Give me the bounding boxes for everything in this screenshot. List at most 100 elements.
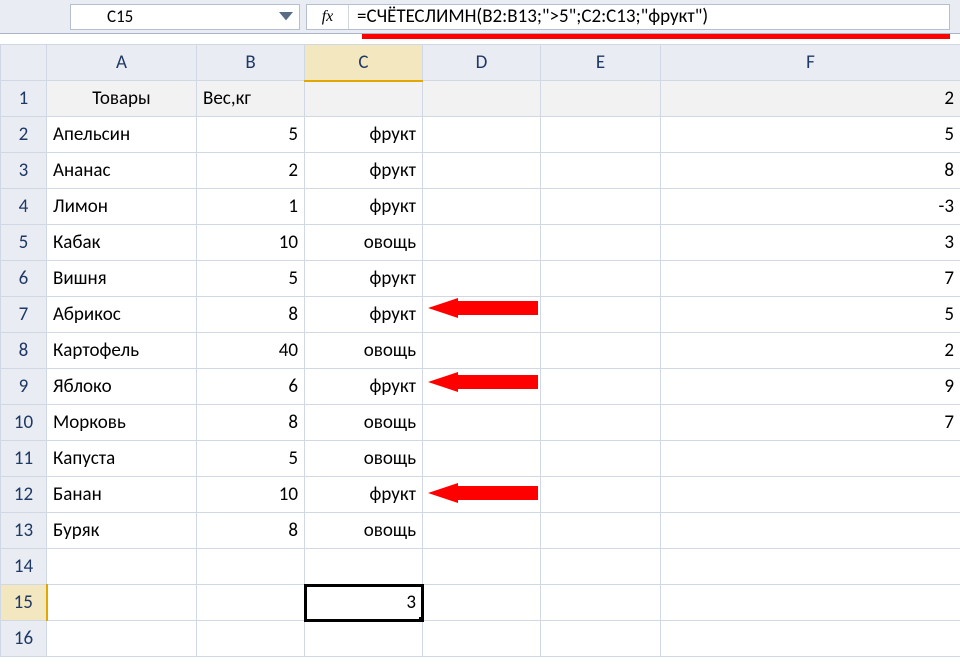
cell-B5[interactable]: 10	[197, 225, 305, 261]
cell-B8[interactable]: 40	[197, 333, 305, 369]
col-header-C[interactable]: C	[305, 45, 423, 81]
cell-F2[interactable]: 5	[661, 117, 960, 153]
cell-E5[interactable]	[541, 225, 661, 261]
cell-C16[interactable]	[305, 621, 423, 657]
name-box[interactable]: C15	[70, 4, 300, 30]
cell-F12[interactable]	[661, 477, 960, 513]
cell-F13[interactable]	[661, 513, 960, 549]
cell-D2[interactable]	[423, 117, 541, 153]
cell-A9[interactable]: Яблоко	[47, 369, 197, 405]
cell-E11[interactable]	[541, 441, 661, 477]
cell-F9[interactable]: 9	[661, 369, 960, 405]
cell-D12[interactable]	[423, 477, 541, 513]
cell-A5[interactable]: Кабак	[47, 225, 197, 261]
cell-B15[interactable]	[197, 585, 305, 621]
row-header-7[interactable]: 7	[1, 297, 47, 333]
cell-F15[interactable]	[661, 585, 960, 621]
cell-B12[interactable]: 10	[197, 477, 305, 513]
cell-A15[interactable]	[47, 585, 197, 621]
cell-C14[interactable]	[305, 549, 423, 585]
cell-A7[interactable]: Абрикос	[47, 297, 197, 333]
cell-C12[interactable]: фрукт	[305, 477, 423, 513]
col-header-F[interactable]: F	[661, 45, 960, 81]
cell-F5[interactable]: 3	[661, 225, 960, 261]
cell-F4[interactable]: -3	[661, 189, 960, 225]
row-header-2[interactable]: 2	[1, 117, 47, 153]
cell-A16[interactable]	[47, 621, 197, 657]
cell-C13[interactable]: овощь	[305, 513, 423, 549]
row-header-12[interactable]: 12	[1, 477, 47, 513]
row-header-13[interactable]: 13	[1, 513, 47, 549]
cell-E3[interactable]	[541, 153, 661, 189]
cell-B1[interactable]: Вес,кг	[197, 81, 305, 117]
cell-C6[interactable]: фрукт	[305, 261, 423, 297]
cell-B16[interactable]	[197, 621, 305, 657]
cell-B3[interactable]: 2	[197, 153, 305, 189]
cell-B4[interactable]: 1	[197, 189, 305, 225]
cell-D14[interactable]	[423, 549, 541, 585]
cell-E7[interactable]	[541, 297, 661, 333]
cell-E16[interactable]	[541, 621, 661, 657]
cell-D5[interactable]	[423, 225, 541, 261]
cell-A10[interactable]: Морковь	[47, 405, 197, 441]
cell-B11[interactable]: 5	[197, 441, 305, 477]
cell-E12[interactable]	[541, 477, 661, 513]
cell-A11[interactable]: Капуста	[47, 441, 197, 477]
cell-E14[interactable]	[541, 549, 661, 585]
cell-B14[interactable]	[197, 549, 305, 585]
cell-F1[interactable]: 2	[661, 81, 960, 117]
cell-E13[interactable]	[541, 513, 661, 549]
cell-F7[interactable]: 5	[661, 297, 960, 333]
cell-B10[interactable]: 8	[197, 405, 305, 441]
fill-handle[interactable]	[419, 617, 423, 621]
cell-D3[interactable]	[423, 153, 541, 189]
cell-B7[interactable]: 8	[197, 297, 305, 333]
row-header-3[interactable]: 3	[1, 153, 47, 189]
cell-A2[interactable]: Апельсин	[47, 117, 197, 153]
row-header-10[interactable]: 10	[1, 405, 47, 441]
cell-C5[interactable]: овощь	[305, 225, 423, 261]
row-header-14[interactable]: 14	[1, 549, 47, 585]
cell-D7[interactable]	[423, 297, 541, 333]
cell-E8[interactable]	[541, 333, 661, 369]
row-header-16[interactable]: 16	[1, 621, 47, 657]
col-header-B[interactable]: B	[197, 45, 305, 81]
cell-E2[interactable]	[541, 117, 661, 153]
cell-E9[interactable]	[541, 369, 661, 405]
cell-D6[interactable]	[423, 261, 541, 297]
cell-C8[interactable]: овощь	[305, 333, 423, 369]
cell-C7[interactable]: фрукт	[305, 297, 423, 333]
cell-C1[interactable]	[305, 81, 423, 117]
cell-B6[interactable]: 5	[197, 261, 305, 297]
cell-B2[interactable]: 5	[197, 117, 305, 153]
cell-C9[interactable]: фрукт	[305, 369, 423, 405]
row-header-9[interactable]: 9	[1, 369, 47, 405]
cell-F11[interactable]	[661, 441, 960, 477]
cell-E15[interactable]	[541, 585, 661, 621]
formula-input[interactable]: =СЧЁТЕСЛИМН(B2:B13;">5";C2:C13;"фрукт")	[349, 5, 949, 29]
cell-A8[interactable]: Картофель	[47, 333, 197, 369]
name-box-dropdown-icon[interactable]	[279, 10, 293, 24]
cell-C10[interactable]: овощь	[305, 405, 423, 441]
row-header-11[interactable]: 11	[1, 441, 47, 477]
cell-A4[interactable]: Лимон	[47, 189, 197, 225]
worksheet-grid[interactable]: A B C D E F 1 Товары Вес,кг 2 2 Апельсин	[0, 44, 960, 666]
cell-D10[interactable]	[423, 405, 541, 441]
cell-F3[interactable]: 8	[661, 153, 960, 189]
cell-F8[interactable]: 2	[661, 333, 960, 369]
cell-B9[interactable]: 6	[197, 369, 305, 405]
row-header-5[interactable]: 5	[1, 225, 47, 261]
cell-D13[interactable]	[423, 513, 541, 549]
cell-A6[interactable]: Вишня	[47, 261, 197, 297]
cell-D16[interactable]	[423, 621, 541, 657]
cell-E10[interactable]	[541, 405, 661, 441]
cell-D1[interactable]	[423, 81, 541, 117]
cell-A14[interactable]	[47, 549, 197, 585]
col-header-D[interactable]: D	[423, 45, 541, 81]
cell-F14[interactable]	[661, 549, 960, 585]
row-header-15[interactable]: 15	[1, 585, 47, 621]
row-header-6[interactable]: 6	[1, 261, 47, 297]
cell-F10[interactable]: 7	[661, 405, 960, 441]
cell-F6[interactable]: 7	[661, 261, 960, 297]
row-header-1[interactable]: 1	[1, 81, 47, 117]
